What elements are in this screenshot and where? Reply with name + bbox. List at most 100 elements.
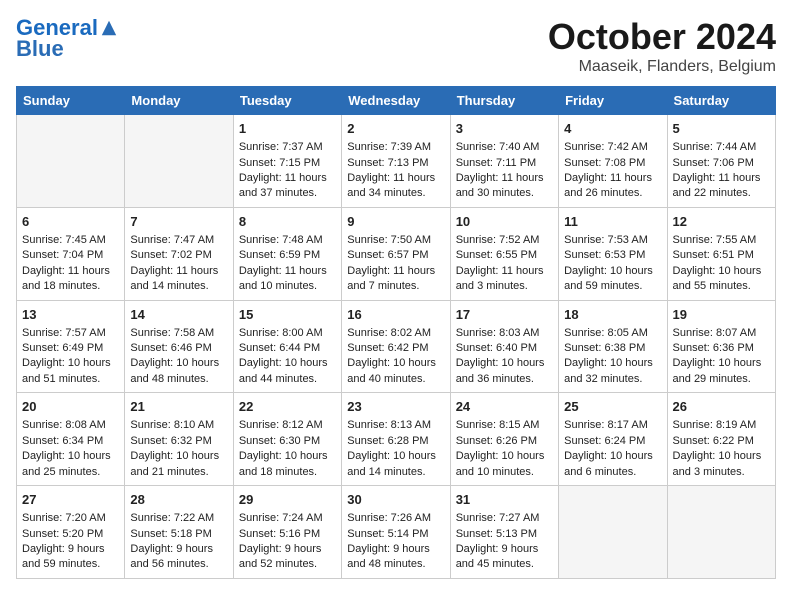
calendar-day-cell xyxy=(17,115,125,208)
day-number: 20 xyxy=(22,398,119,416)
day-info: Sunrise: 7:48 AMSunset: 6:59 PMDaylight:… xyxy=(239,234,327,292)
calendar-day-cell: 4 Sunrise: 7:42 AMSunset: 7:08 PMDaylight… xyxy=(559,115,667,208)
calendar-day-cell: 12Sunrise: 7:55 AMSunset: 6:51 PMDayligh… xyxy=(667,207,775,300)
calendar-day-cell: 11 Sunrise: 7:53 AMSunset: 6:53 PMDayligh… xyxy=(559,207,667,300)
day-info: Sunrise: 7:24 AMSunset: 5:16 PMDaylight:… xyxy=(239,512,323,570)
day-number: 28 xyxy=(130,491,227,509)
day-number: 9 xyxy=(347,213,444,231)
location-subtitle: Maaseik, Flanders, Belgium xyxy=(548,58,776,76)
weekday-header: Thursday xyxy=(450,87,558,115)
calendar-day-cell: 1 Sunrise: 7:37 AMSunset: 7:15 PMDaylight… xyxy=(233,115,341,208)
day-info: Sunrise: 7:20 AMSunset: 5:20 PMDaylight:… xyxy=(22,512,106,570)
calendar-day-cell: 6 Sunrise: 7:45 AMSunset: 7:04 PMDaylight… xyxy=(17,207,125,300)
day-number: 21 xyxy=(130,398,227,416)
day-info: Sunrise: 7:37 AMSunset: 7:15 PMDaylight:… xyxy=(239,141,327,199)
day-info: Sunrise: 7:57 AMSunset: 6:49 PMDaylight:… xyxy=(22,327,111,385)
day-info: Sunrise: 7:27 AMSunset: 5:13 PMDaylight:… xyxy=(456,512,540,570)
weekday-header: Tuesday xyxy=(233,87,341,115)
day-number: 27 xyxy=(22,491,119,509)
day-info: Sunrise: 8:08 AMSunset: 6:34 PMDaylight:… xyxy=(22,419,111,477)
day-number: 17 xyxy=(456,306,553,324)
day-number: 29 xyxy=(239,491,336,509)
calendar-day-cell: 27 Sunrise: 7:20 AMSunset: 5:20 PMDayligh… xyxy=(17,486,125,579)
day-info: Sunrise: 8:03 AMSunset: 6:40 PMDaylight:… xyxy=(456,327,545,385)
day-number: 23 xyxy=(347,398,444,416)
day-number: 6 xyxy=(22,213,119,231)
calendar-day-cell: 22 Sunrise: 8:12 AMSunset: 6:30 PMDayligh… xyxy=(233,393,341,486)
day-number: 7 xyxy=(130,213,227,231)
day-info: Sunrise: 8:13 AMSunset: 6:28 PMDaylight:… xyxy=(347,419,436,477)
logo-icon xyxy=(100,19,118,37)
calendar-day-cell: 30Sunrise: 7:26 AMSunset: 5:14 PMDayligh… xyxy=(342,486,450,579)
calendar-day-cell: 21 Sunrise: 8:10 AMSunset: 6:32 PMDayligh… xyxy=(125,393,233,486)
calendar-day-cell: 3 Sunrise: 7:40 AMSunset: 7:11 PMDaylight… xyxy=(450,115,558,208)
title-block: October 2024 Maaseik, Flanders, Belgium xyxy=(548,16,776,76)
day-number: 18 xyxy=(564,306,661,324)
day-number: 8 xyxy=(239,213,336,231)
day-info: Sunrise: 7:42 AMSunset: 7:08 PMDaylight:… xyxy=(564,141,652,199)
day-number: 11 xyxy=(564,213,661,231)
day-number: 3 xyxy=(456,120,553,138)
day-info: Sunrise: 7:47 AMSunset: 7:02 PMDaylight:… xyxy=(130,234,218,292)
day-info: Sunrise: 7:53 AMSunset: 6:53 PMDaylight:… xyxy=(564,234,653,292)
day-number: 2 xyxy=(347,120,444,138)
calendar-day-cell: 8 Sunrise: 7:48 AMSunset: 6:59 PMDaylight… xyxy=(233,207,341,300)
day-info: Sunrise: 8:10 AMSunset: 6:32 PMDaylight:… xyxy=(130,419,219,477)
day-number: 31 xyxy=(456,491,553,509)
day-info: Sunrise: 7:44 AMSunset: 7:06 PMDaylight:… xyxy=(673,141,761,199)
weekday-header: Saturday xyxy=(667,87,775,115)
day-number: 5 xyxy=(673,120,770,138)
day-info: Sunrise: 8:12 AMSunset: 6:30 PMDaylight:… xyxy=(239,419,328,477)
weekday-header: Wednesday xyxy=(342,87,450,115)
calendar-day-cell: 10Sunrise: 7:52 AMSunset: 6:55 PMDayligh… xyxy=(450,207,558,300)
day-info: Sunrise: 8:00 AMSunset: 6:44 PMDaylight:… xyxy=(239,327,328,385)
day-info: Sunrise: 8:07 AMSunset: 6:36 PMDaylight:… xyxy=(673,327,762,385)
logo: General Blue xyxy=(16,16,118,62)
day-number: 22 xyxy=(239,398,336,416)
day-info: Sunrise: 8:19 AMSunset: 6:22 PMDaylight:… xyxy=(673,419,762,477)
day-info: Sunrise: 7:58 AMSunset: 6:46 PMDaylight:… xyxy=(130,327,219,385)
day-number: 19 xyxy=(673,306,770,324)
month-year-title: October 2024 xyxy=(548,16,776,58)
calendar-day-cell: 7 Sunrise: 7:47 AMSunset: 7:02 PMDaylight… xyxy=(125,207,233,300)
day-info: Sunrise: 8:02 AMSunset: 6:42 PMDaylight:… xyxy=(347,327,436,385)
calendar-day-cell: 5 Sunrise: 7:44 AMSunset: 7:06 PMDaylight… xyxy=(667,115,775,208)
calendar-day-cell: 25Sunrise: 8:17 AMSunset: 6:24 PMDayligh… xyxy=(559,393,667,486)
calendar-week-row: 6 Sunrise: 7:45 AMSunset: 7:04 PMDaylight… xyxy=(17,207,776,300)
day-info: Sunrise: 7:40 AMSunset: 7:11 PMDaylight:… xyxy=(456,141,544,199)
calendar-day-cell: 15Sunrise: 8:00 AMSunset: 6:44 PMDayligh… xyxy=(233,300,341,393)
calendar-day-cell: 20 Sunrise: 8:08 AMSunset: 6:34 PMDayligh… xyxy=(17,393,125,486)
day-info: Sunrise: 8:05 AMSunset: 6:38 PMDaylight:… xyxy=(564,327,653,385)
day-number: 30 xyxy=(347,491,444,509)
weekday-header: Monday xyxy=(125,87,233,115)
day-info: Sunrise: 7:45 AMSunset: 7:04 PMDaylight:… xyxy=(22,234,110,292)
day-number: 4 xyxy=(564,120,661,138)
calendar-day-cell: 16 Sunrise: 8:02 AMSunset: 6:42 PMDayligh… xyxy=(342,300,450,393)
day-info: Sunrise: 7:52 AMSunset: 6:55 PMDaylight:… xyxy=(456,234,544,292)
calendar-week-row: 13 Sunrise: 7:57 AMSunset: 6:49 PMDayligh… xyxy=(17,300,776,393)
calendar-day-cell: 28 Sunrise: 7:22 AMSunset: 5:18 PMDayligh… xyxy=(125,486,233,579)
calendar-day-cell: 19 Sunrise: 8:07 AMSunset: 6:36 PMDayligh… xyxy=(667,300,775,393)
calendar-day-cell: 29 Sunrise: 7:24 AMSunset: 5:16 PMDayligh… xyxy=(233,486,341,579)
day-number: 24 xyxy=(456,398,553,416)
calendar-week-row: 27 Sunrise: 7:20 AMSunset: 5:20 PMDayligh… xyxy=(17,486,776,579)
calendar-day-cell: 14 Sunrise: 7:58 AMSunset: 6:46 PMDayligh… xyxy=(125,300,233,393)
day-info: Sunrise: 8:15 AMSunset: 6:26 PMDaylight:… xyxy=(456,419,545,477)
weekday-header: Friday xyxy=(559,87,667,115)
calendar-day-cell xyxy=(125,115,233,208)
day-info: Sunrise: 7:55 AMSunset: 6:51 PMDaylight:… xyxy=(673,234,762,292)
calendar-day-cell: 26 Sunrise: 8:19 AMSunset: 6:22 PMDayligh… xyxy=(667,393,775,486)
weekday-header: Sunday xyxy=(17,87,125,115)
calendar-table: SundayMondayTuesdayWednesdayThursdayFrid… xyxy=(16,86,776,579)
day-number: 14 xyxy=(130,306,227,324)
day-number: 16 xyxy=(347,306,444,324)
day-info: Sunrise: 7:22 AMSunset: 5:18 PMDaylight:… xyxy=(130,512,214,570)
day-number: 13 xyxy=(22,306,119,324)
day-number: 25 xyxy=(564,398,661,416)
day-number: 1 xyxy=(239,120,336,138)
calendar-day-cell: 23 Sunrise: 8:13 AMSunset: 6:28 PMDayligh… xyxy=(342,393,450,486)
page-header: General Blue October 2024 Maaseik, Fland… xyxy=(16,16,776,76)
day-info: Sunrise: 7:50 AMSunset: 6:57 PMDaylight:… xyxy=(347,234,435,292)
calendar-day-cell: 9 Sunrise: 7:50 AMSunset: 6:57 PMDaylight… xyxy=(342,207,450,300)
day-number: 26 xyxy=(673,398,770,416)
